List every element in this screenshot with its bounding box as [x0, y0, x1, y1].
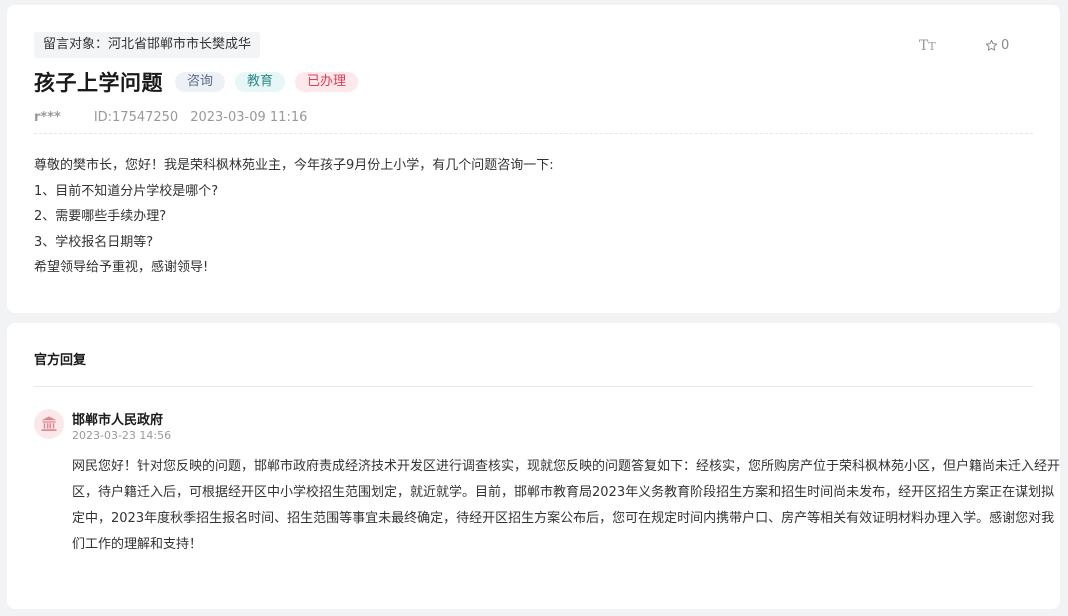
message-line: 希望领导给予重视，感谢领导!	[34, 260, 209, 275]
tag-education: 教育	[235, 72, 286, 92]
message-body: 尊敬的樊市长，您好！我是荣科枫林苑业主，今年孩子9月份上小学，有几个问题咨询一下…	[34, 153, 1024, 281]
message-line: 3、学校报名日期等?	[34, 234, 154, 250]
message-datetime: 2023-03-09 11:16	[190, 110, 308, 125]
reply-heading: 官方回复	[34, 353, 87, 368]
reply-datetime: 2023-03-23 14:56	[72, 429, 172, 442]
recipient-label: 留言对象：河北省邯郸市市长樊成华	[34, 32, 261, 58]
message-line: 尊敬的樊市长，您好！我是荣科枫林苑业主，今年孩子9月份上小学，有几个问题咨询一下…	[34, 158, 554, 173]
reply-org-name: 邯郸市人民政府	[72, 413, 164, 428]
favorite-count: 0	[1001, 38, 1010, 53]
message-card: 留言对象：河北省邯郸市市长樊成华 TT 0 孩子上学问题 咨询 教育 已办理 r…	[7, 5, 1060, 313]
font-size-icon: TT	[919, 38, 936, 54]
message-meta: r*** ID:17547250 2023-03-09 11:16	[34, 110, 307, 125]
reply-line: 区，待户籍迁入后，可根据经开区中小学校招生范围划定，就近就学。目前，邯郸市教育局…	[72, 485, 1055, 500]
title-row: 孩子上学问题 咨询 教育 已办理	[34, 68, 368, 96]
reply-line: 定中，2023年度秋季招生报名时间、招生范围等事宜未最终确定，待经开区招生方案公…	[72, 511, 1055, 526]
status-badge: 已办理	[295, 72, 359, 92]
reply-line: 网民您好！针对您反映的问题，邯郸市政府责成经济技术开发区进行调查核实，现就您反映…	[72, 459, 1061, 474]
reply-body: 网民您好！针对您反映的问题，邯郸市政府责成经济技术开发区进行调查核实，现就您反映…	[72, 454, 1061, 558]
tag-consult: 咨询	[175, 72, 226, 92]
reply-card: 官方回复 邯郸市人民政府 2023-03-23 14:56 网民您好！针对您反映…	[7, 323, 1060, 609]
divider	[34, 133, 1033, 134]
message-id: ID:17547250	[93, 110, 179, 125]
star-icon	[985, 39, 998, 51]
favorite-button[interactable]: 0	[985, 38, 1009, 53]
author-name: r***	[34, 110, 61, 125]
message-line: 2、需要哪些手续办理?	[34, 209, 167, 224]
font-size-toggle[interactable]: TT	[919, 38, 936, 54]
divider	[34, 386, 1033, 387]
avatar	[34, 409, 64, 439]
page-title: 孩子上学问题	[34, 71, 163, 95]
government-building-icon	[41, 416, 57, 431]
reply-line: 们工作的理解和支持！	[72, 537, 203, 552]
message-line: 1、目前不知道分片学校是哪个?	[34, 183, 219, 199]
